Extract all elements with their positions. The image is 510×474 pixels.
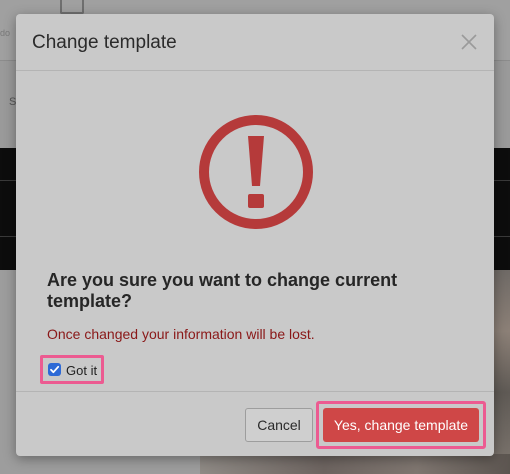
background-photo [492,270,510,474]
dialog-footer: Cancel Yes, change template [16,391,494,457]
got-it-checkbox[interactable]: Got it [40,355,104,384]
close-icon [461,34,477,50]
checkbox-checked[interactable] [48,363,61,376]
confirm-button-highlight: Yes, change template [316,401,486,449]
background-photo [200,454,510,474]
checkmark-icon [50,365,60,374]
dialog-title: Change template [32,32,177,53]
exclamation-circle-icon [199,115,313,229]
dialog-header: Change template [16,14,494,71]
confirmation-question: Are you sure you want to change current … [47,270,398,311]
undo-label: do [0,28,11,38]
close-button[interactable] [460,33,478,51]
checkbox-label[interactable]: Got it [66,363,97,378]
cancel-button[interactable]: Cancel [245,408,313,442]
change-template-dialog: Change template Are you sure you want to… [16,14,494,456]
document-icon [60,0,84,14]
warning-message: Once changed your information will be lo… [47,326,315,342]
confirm-change-template-button[interactable]: Yes, change template [323,408,479,442]
